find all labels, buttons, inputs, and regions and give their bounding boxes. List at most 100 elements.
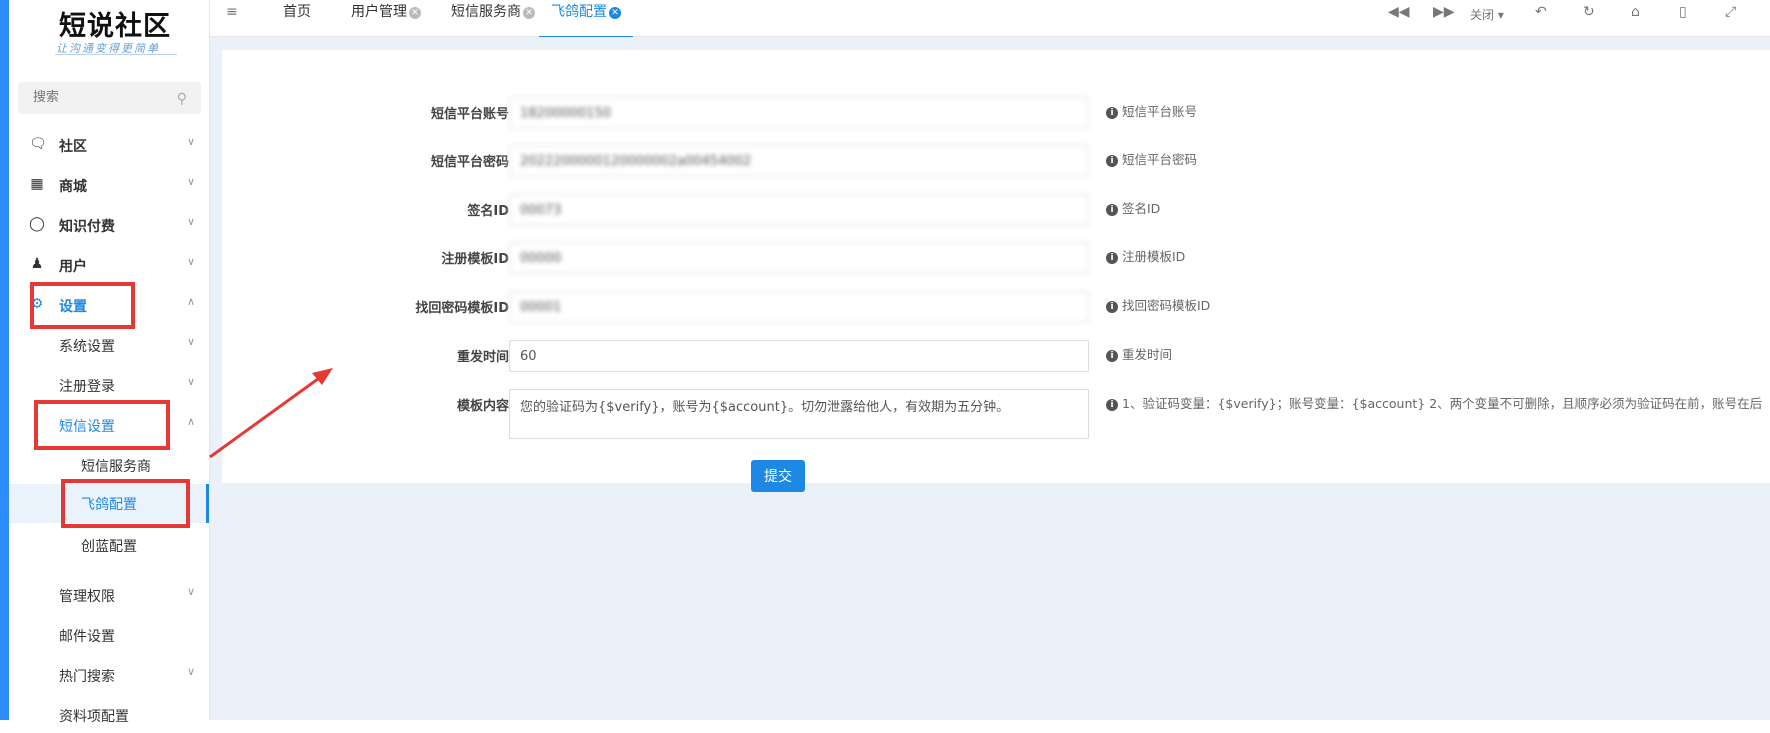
resend-time-field[interactable] [509,340,1089,372]
info-icon: i [1106,252,1118,264]
tab-feige-config[interactable]: 飞鸽配置 ✕ [539,0,633,38]
info-icon: i [1106,399,1118,411]
back-icon[interactable]: ↶ [1535,4,1547,20]
tab-label: 短信服务商 [451,4,521,20]
sidebar-item-permissions[interactable]: 管理权限 ∨ [9,577,209,613]
store-icon: ▦ [30,176,44,192]
sidebar-item-label: 商城 [59,179,87,195]
sidebar-item-label: 用户 [59,259,87,275]
info-icon: i [1106,301,1118,313]
close-icon[interactable]: ✕ [609,7,621,19]
template-content-textarea[interactable]: 您的验证码为{$verify}，账号为{$account}。切勿泄露给他人，有效… [509,389,1089,439]
sidebar-item-feige-config[interactable]: 飞鸽配置 [9,484,209,523]
chevron-down-icon: ∨ [186,585,195,598]
mobile-icon[interactable]: ▯ [1679,4,1687,20]
sidebar-item-label: 知识付费 [59,219,115,235]
fullscreen-icon[interactable]: ⤢ [1725,4,1736,20]
field-hint: i 注册模板ID [1106,248,1770,266]
sidebar-item-chuanglan-config[interactable]: 创蓝配置 [9,527,209,563]
tab-label: 飞鸽配置 [551,4,607,20]
sidebar-item-sms-settings[interactable]: 短信设置 ∧ [9,407,209,443]
chevron-down-icon: ∨ [186,335,195,348]
sidebar-item-label: 系统设置 [59,339,115,355]
chevron-up-icon: ∧ [186,295,195,308]
form-row-account: 短信平台账号 i 短信平台账号 [222,97,1770,129]
close-icon[interactable]: ✕ [523,7,535,19]
register-template-id-field[interactable] [509,242,1089,274]
sidebar: 短说社区 让沟通变得更简单 ⚲ 🗨 社区 ∨ ▦ 商城 ∨ ◯ 知识付费 ∨ ♟… [9,0,210,725]
sidebar-item-label: 热门搜索 [59,669,115,685]
sidebar-search[interactable]: ⚲ [18,82,201,114]
chevron-down-icon: ∨ [186,255,195,268]
sidebar-item-hot-search[interactable]: 热门搜索 ∨ [9,657,209,693]
sidebar-item-label: 资料项配置 [59,709,129,725]
reset-password-template-id-field[interactable] [509,291,1089,323]
field-hint: i 短信平台密码 [1106,151,1770,169]
form-row-signature-id: 签名ID i 签名ID [222,194,1770,226]
tab-bar: ≡ 首页 用户管理 ✕ 短信服务商 ✕ 飞鸽配置 ✕ ◀◀ ▶▶ 关闭 ▾ ↶ ↻ ⌂… [210,0,1770,38]
sidebar-item-settings[interactable]: ⚙ 设置 ∧ [9,287,209,323]
chevron-up-icon: ∧ [186,415,195,428]
sidebar-item-users[interactable]: ♟ 用户 ∨ [9,247,209,283]
field-label: 重发时间 [456,350,509,365]
sidebar-item-register-login[interactable]: 注册登录 ∨ [9,367,209,403]
field-hint: i 1、验证码变量：{$verify}；账号变量：{$account} 2、两个变… [1106,395,1770,413]
field-label: 模板内容 [456,399,509,414]
sidebar-item-system-settings[interactable]: 系统设置 ∨ [9,327,209,363]
field-label: 短信平台账号 [430,107,509,122]
hint-text: 短信平台密码 [1122,152,1198,167]
info-icon: i [1106,155,1118,167]
field-label: 短信平台密码 [430,155,509,170]
tab-sms-provider[interactable]: 短信服务商 ✕ [451,0,535,36]
sidebar-item-profile-fields[interactable]: 资料项配置 [9,697,209,733]
sidebar-item-email-settings[interactable]: 邮件设置 [9,617,209,653]
sidebar-item-label: 短信设置 [59,419,115,435]
search-input[interactable] [31,89,175,106]
main-content: 短信平台账号 i短信平台账号 短信平台密码 i短信平台密码 签名ID i签名ID… [210,37,1770,720]
field-label: 签名ID [467,204,509,219]
scroll-tabs-right-icon[interactable]: ▶▶ [1433,4,1455,20]
form-row-password: 短信平台密码 i 短信平台密码 [222,145,1770,177]
submit-button[interactable]: 提交 [751,460,805,492]
config-form-panel: 短信平台账号 i短信平台账号 短信平台密码 i短信平台密码 签名ID i签名ID… [222,50,1770,492]
sidebar-item-mall[interactable]: ▦ 商城 ∨ [9,167,209,203]
info-icon: i [1106,107,1118,119]
sms-password-field[interactable] [509,145,1089,177]
hint-text: 短信平台账号 [1122,104,1198,119]
sidebar-item-knowledge[interactable]: ◯ 知识付费 ∨ [9,207,209,243]
menu-collapse-icon[interactable]: ≡ [226,4,238,20]
close-tabs-dropdown[interactable]: 关闭 ▾ [1470,6,1504,23]
tab-label: 用户管理 [351,4,407,20]
scroll-tabs-left-icon[interactable]: ◀◀ [1388,4,1410,20]
field-hint: i 签名ID [1106,200,1770,218]
sidebar-item-label: 创蓝配置 [81,539,137,555]
lightbulb-icon: ◯ [29,216,45,232]
form-row-resend-time: 重发时间 i 重发时间 [222,340,1770,372]
home-icon[interactable]: ⌂ [1631,4,1640,20]
sidebar-item-label: 设置 [59,299,87,315]
hint-text: 重发时间 [1122,347,1173,362]
field-hint: i 重发时间 [1106,346,1770,364]
sidebar-item-label: 管理权限 [59,589,115,605]
tab-user-management[interactable]: 用户管理 ✕ [351,0,421,36]
sidebar-item-label: 飞鸽配置 [81,497,137,513]
sms-account-field[interactable] [509,97,1089,129]
user-icon: ♟ [30,256,44,272]
sidebar-item-label: 邮件设置 [59,629,115,645]
signature-id-field[interactable] [509,194,1089,226]
left-accent-strip [0,0,9,720]
info-icon: i [1106,204,1118,216]
sidebar-item-label: 注册登录 [59,379,115,395]
field-hint: i 短信平台账号 [1106,103,1770,121]
info-icon: i [1106,350,1118,362]
chevron-down-icon: ∨ [186,215,195,228]
form-row-reset-template: 找回密码模板ID i 找回密码模板ID [222,291,1770,323]
close-icon[interactable]: ✕ [409,7,421,19]
sidebar-item-community[interactable]: 🗨 社区 ∨ [9,127,209,163]
form-row-template-content: 模板内容 您的验证码为{$verify}，账号为{$account}。切勿泄露给… [222,389,1770,443]
search-icon[interactable]: ⚲ [177,91,187,107]
sidebar-item-sms-provider[interactable]: 短信服务商 [9,447,209,483]
field-hint: i 找回密码模板ID [1106,297,1770,315]
tab-home[interactable]: 首页 [283,0,311,36]
refresh-icon[interactable]: ↻ [1583,4,1595,20]
